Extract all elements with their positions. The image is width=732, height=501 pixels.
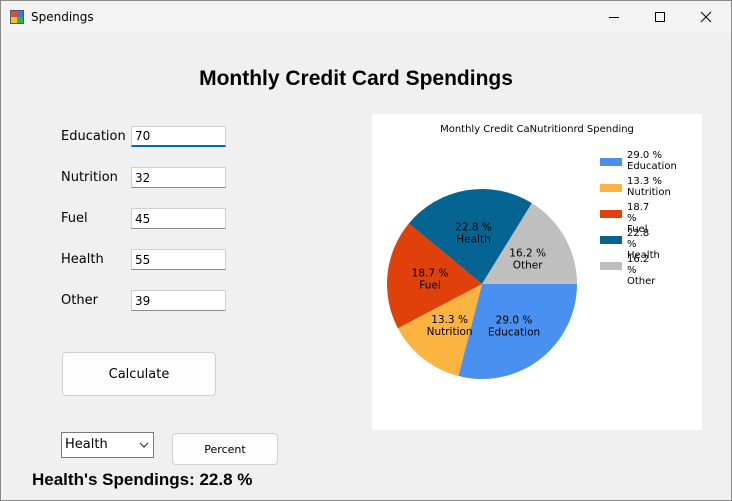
legend-swatch [600, 184, 622, 192]
app-icon [10, 10, 24, 24]
legend-text: 13.3 % Nutrition [627, 176, 671, 198]
pie-label-nutrition: 13.3 % Nutrition [427, 314, 473, 338]
window-title: Spendings [31, 10, 94, 24]
close-icon [700, 11, 712, 23]
legend-text: 29.0 % Education [627, 150, 677, 172]
legend-text: 16.2 % Other [627, 254, 656, 287]
legend-swatch [600, 210, 622, 218]
close-button[interactable] [683, 1, 729, 33]
pie-chart: Monthly Credit CaNutritionrd Spending 29… [372, 114, 702, 430]
app-window: Spendings Monthly Credit Card Spendings … [0, 0, 732, 501]
minimize-icon [609, 17, 619, 18]
legend-swatch [600, 262, 622, 270]
maximize-icon [655, 12, 665, 22]
page-title: Monthly Credit Card Spendings [199, 67, 513, 90]
percent-button-label: Percent [204, 442, 246, 456]
pie-label-health: 22.8 % Health [455, 221, 492, 245]
other-label: Other [61, 293, 98, 308]
education-input[interactable] [131, 126, 226, 147]
other-input[interactable] [131, 290, 226, 311]
health-input[interactable] [131, 249, 226, 270]
minimize-button[interactable] [591, 1, 637, 33]
nutrition-input[interactable] [131, 167, 226, 188]
pie-label-education: 29.0 % Education [488, 314, 540, 338]
title-bar[interactable]: Spendings [1, 1, 731, 33]
calculate-button-label: Calculate [108, 366, 170, 382]
health-label: Health [61, 252, 104, 267]
category-select-value: Health [65, 437, 108, 452]
legend-swatch [600, 158, 622, 166]
education-label: Education [61, 129, 126, 144]
nutrition-label: Nutrition [61, 170, 118, 185]
result-text: Health's Spendings: 22.8 % [32, 470, 253, 489]
pie-label-other: 16.2 % Other [509, 248, 546, 272]
calculate-button[interactable]: Calculate [62, 352, 216, 396]
maximize-button[interactable] [637, 1, 683, 33]
legend-swatch [600, 236, 622, 244]
fuel-label: Fuel [61, 211, 88, 226]
chevron-down-icon [139, 442, 149, 448]
category-select[interactable]: Health [61, 432, 154, 458]
percent-button[interactable]: Percent [172, 433, 278, 465]
fuel-input[interactable] [131, 208, 226, 229]
